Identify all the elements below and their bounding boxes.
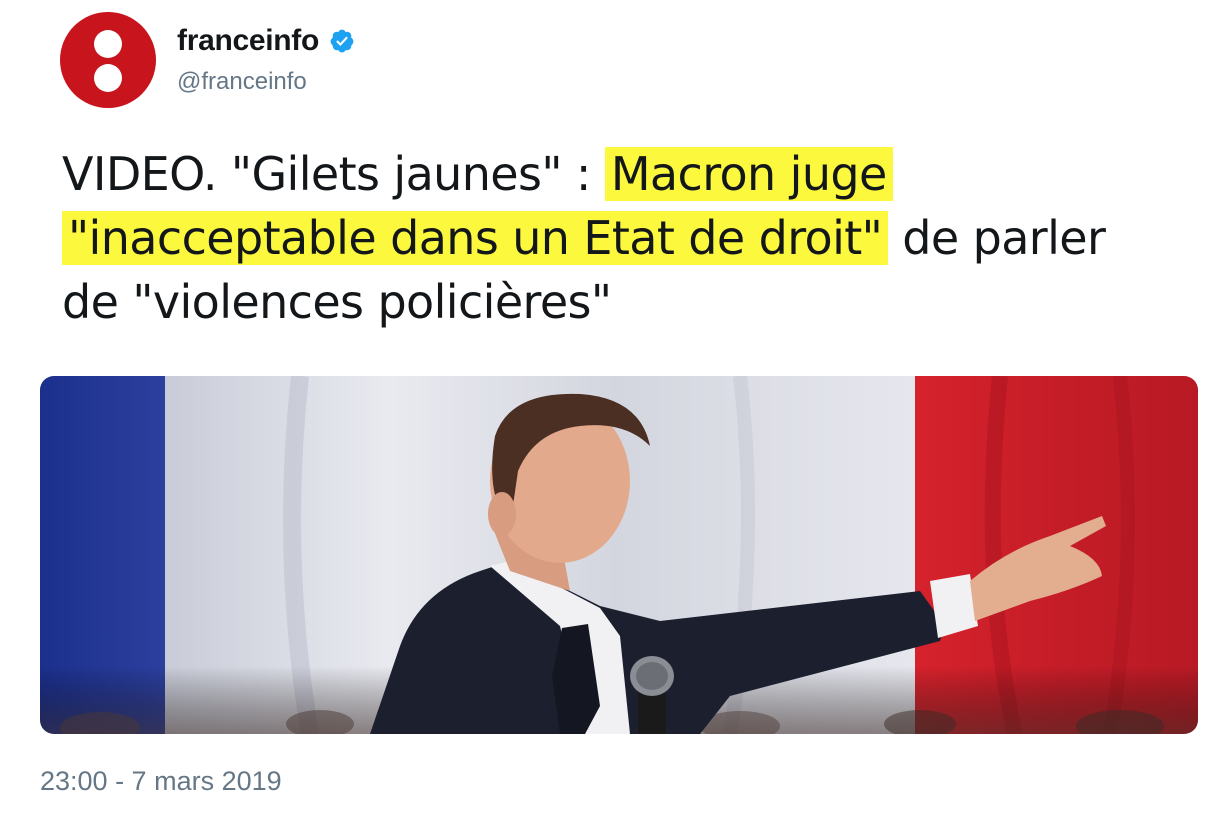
display-name[interactable]: franceinfo	[177, 24, 319, 58]
tweet-text-highlight-2: "inacceptable dans un Etat de droit"	[62, 211, 889, 265]
franceinfo-logo-icon	[94, 30, 122, 58]
tweet-text-highlight-1: Macron juge	[604, 147, 893, 201]
tweet-text-suffix-2: de "violences policières"	[62, 275, 612, 329]
tweet-text-suffix-1: de parler	[888, 211, 1106, 265]
tweet-text: VIDEO. "Gilets jaunes" : Macron juge "ina…	[62, 142, 1182, 334]
avatar[interactable]	[60, 12, 156, 108]
account-handle[interactable]: @franceinfo	[177, 68, 355, 96]
tweet-card[interactable]: franceinfo @franceinfo VIDEO. "Gilets ja…	[0, 0, 1230, 817]
tweet-timestamp[interactable]: 23:00 - 7 mars 2019	[40, 766, 282, 797]
verified-badge-icon	[329, 28, 355, 54]
tweet-photo[interactable]	[40, 376, 1198, 734]
franceinfo-logo-dot	[94, 64, 122, 92]
tweet-text-prefix: VIDEO. "Gilets jaunes" :	[62, 147, 605, 201]
tweet-header: franceinfo @franceinfo	[60, 12, 760, 112]
account-names: franceinfo @franceinfo	[177, 24, 355, 96]
press-photo-image	[40, 376, 1198, 734]
